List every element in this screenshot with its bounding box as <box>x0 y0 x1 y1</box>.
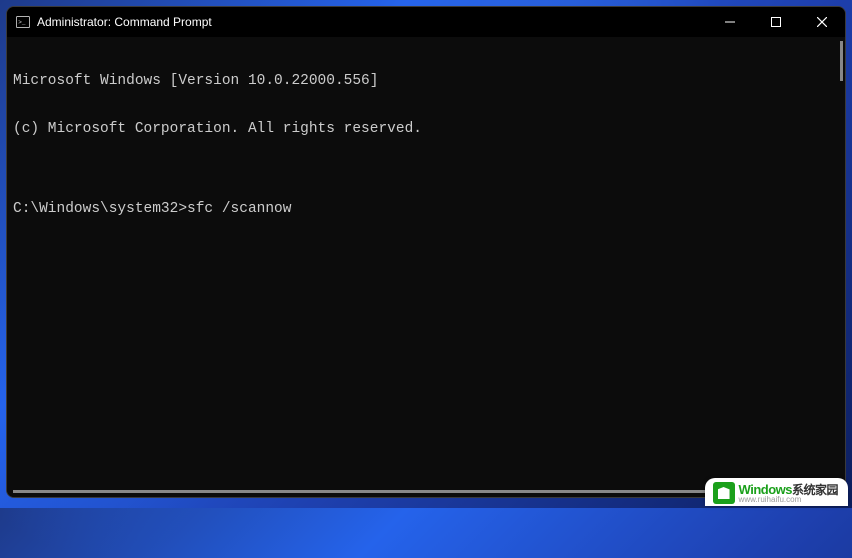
watermark-badge: Windows系统家园 www.ruihaifu.com <box>705 478 848 506</box>
titlebar[interactable]: >_ Administrator: Command Prompt <box>7 7 845 37</box>
window-title: Administrator: Command Prompt <box>37 15 212 29</box>
terminal-line: Microsoft Windows [Version 10.0.22000.55… <box>13 73 839 89</box>
scrollbar-thumb[interactable] <box>13 490 822 493</box>
maximize-button[interactable] <box>753 7 799 37</box>
watermark-logo-icon <box>713 482 735 504</box>
terminal-line: (c) Microsoft Corporation. All rights re… <box>13 121 839 137</box>
minimize-button[interactable] <box>707 7 753 37</box>
watermark-text: Windows系统家园 www.ruihaifu.com <box>739 483 838 504</box>
watermark-url: www.ruihaifu.com <box>739 496 838 504</box>
vertical-scroll-indicator[interactable] <box>840 41 843 81</box>
terminal-line: C:\Windows\system32>sfc /scannow <box>13 201 839 217</box>
window-controls <box>707 7 845 37</box>
terminal-output[interactable]: Microsoft Windows [Version 10.0.22000.55… <box>7 37 845 497</box>
close-button[interactable] <box>799 7 845 37</box>
command-prompt-window: >_ Administrator: Command Prompt Microso… <box>6 6 846 498</box>
cmd-icon: >_ <box>15 14 31 30</box>
svg-text:>_: >_ <box>18 19 26 26</box>
